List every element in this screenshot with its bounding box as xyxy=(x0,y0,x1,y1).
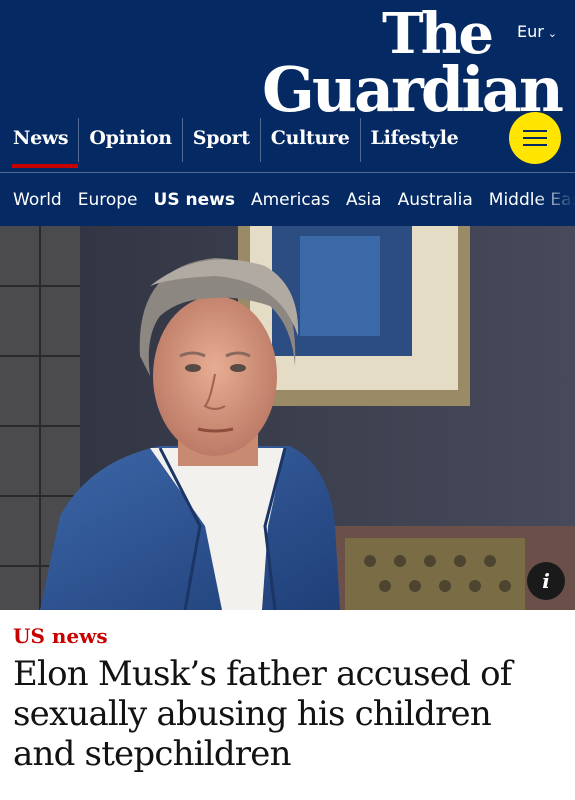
masthead: Eur ⌄ The Guardian News Opinion Sport Cul… xyxy=(0,0,575,226)
guardian-logo[interactable]: The Guardian xyxy=(261,6,564,127)
pillar-sport[interactable]: Sport xyxy=(181,118,260,162)
article-headline: Elon Musk’s father accused of sexually a… xyxy=(13,654,512,775)
menu-button[interactable] xyxy=(509,112,561,164)
nav-divider xyxy=(0,172,575,173)
logo-line2: Guardian xyxy=(261,53,564,127)
pillar-culture[interactable]: Culture xyxy=(259,118,360,162)
pillar-opinion[interactable]: Opinion xyxy=(78,118,181,162)
subnav-europe[interactable]: Europe xyxy=(70,190,146,210)
subnav-americas[interactable]: Americas xyxy=(243,190,338,210)
portrait-illustration xyxy=(0,226,575,610)
pillar-news[interactable]: News xyxy=(0,118,79,168)
article-photo[interactable]: i xyxy=(0,226,575,610)
section-kicker[interactable]: US news xyxy=(13,624,562,648)
photo-info-button[interactable]: i xyxy=(527,562,565,600)
subnav-asia[interactable]: Asia xyxy=(338,190,390,210)
subnav-us-news[interactable]: US news xyxy=(146,190,243,210)
sub-nav: World Europe US news Americas Asia Austr… xyxy=(0,174,575,226)
info-icon: i xyxy=(542,569,550,593)
pillar-nav: News Opinion Sport Culture Lifestyle xyxy=(0,118,469,168)
pillar-lifestyle[interactable]: Lifestyle xyxy=(359,118,469,162)
hamburger-icon xyxy=(523,130,547,132)
subnav-world[interactable]: World xyxy=(0,190,70,210)
subnav-fade xyxy=(535,174,575,226)
article-header: US news Elon Musk’s father accused of se… xyxy=(0,610,575,774)
subnav-australia[interactable]: Australia xyxy=(390,190,481,210)
